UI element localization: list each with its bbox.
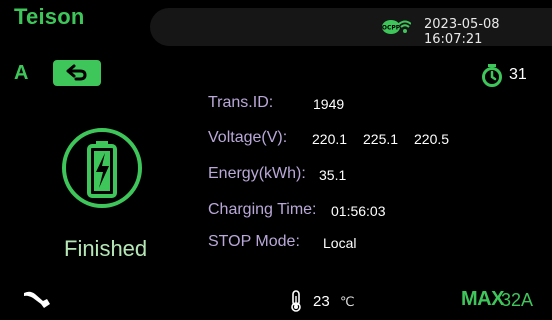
charging-time-label: Charging Time: bbox=[208, 201, 317, 218]
voltage-value-1: 220.1 bbox=[312, 131, 348, 147]
teison-logo: Teison bbox=[14, 4, 85, 29]
trans-id-value: 1949 bbox=[313, 96, 345, 112]
trans-id-label: Trans.ID: bbox=[208, 94, 274, 111]
connector-label: A bbox=[14, 62, 29, 84]
temperature-value: 23 bbox=[313, 293, 330, 310]
energy-value: 35.1 bbox=[319, 167, 347, 183]
datetime: 2023-05-08 16:07:21 bbox=[424, 17, 500, 47]
charging-time-value: 01:56:03 bbox=[331, 203, 386, 219]
back-arrow-icon bbox=[66, 64, 87, 81]
back-button[interactable] bbox=[53, 60, 101, 86]
max-current-label: MAX bbox=[461, 288, 504, 310]
thermometer-icon bbox=[291, 290, 301, 312]
stopwatch-icon bbox=[482, 64, 502, 87]
battery-charging-icon bbox=[62, 128, 142, 208]
voltage-value-2: 225.1 bbox=[363, 131, 399, 147]
voltage-label: Voltage(V): bbox=[208, 129, 288, 146]
ocpp-wifi-icon: OCPP bbox=[382, 20, 411, 34]
max-current-value: 32A bbox=[501, 290, 534, 310]
charge-status-text: Finished bbox=[64, 236, 148, 261]
stop-mode-value: Local bbox=[323, 235, 357, 251]
svg-text:OCPP: OCPP bbox=[382, 25, 401, 32]
timer-value: 31 bbox=[509, 66, 527, 83]
energy-label: Energy(kWh): bbox=[208, 165, 306, 182]
charging-plug-icon bbox=[24, 291, 50, 308]
stop-mode-label: STOP Mode: bbox=[208, 233, 300, 250]
voltage-value-3: 220.5 bbox=[414, 131, 450, 147]
temperature-unit: ℃ bbox=[340, 294, 355, 309]
